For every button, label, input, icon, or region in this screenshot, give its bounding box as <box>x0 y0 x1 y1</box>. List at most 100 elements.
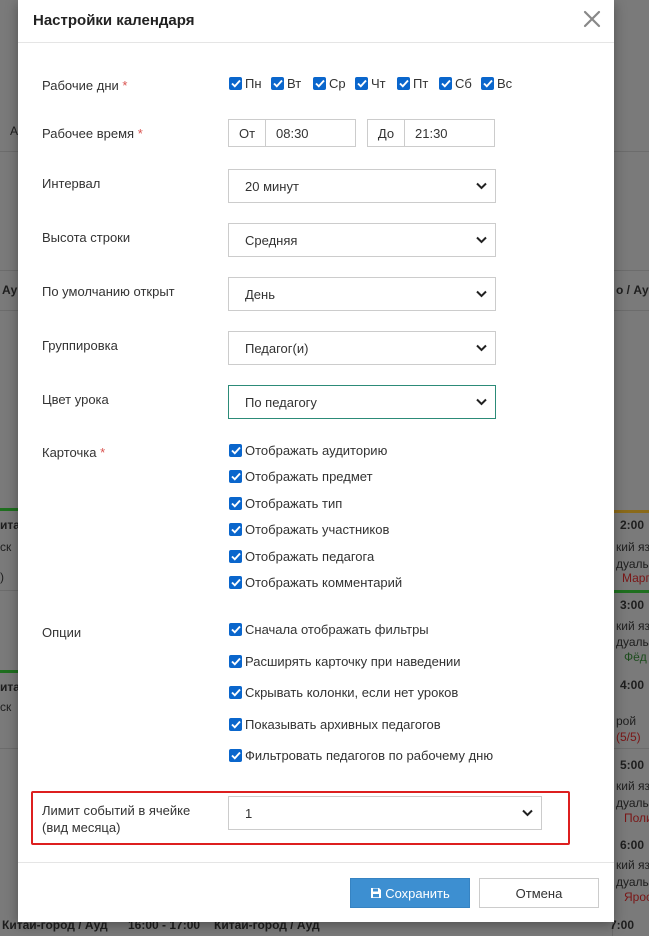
event-bar <box>0 508 18 511</box>
grid-line <box>614 270 649 271</box>
card-option-checkbox[interactable]: Отображать аудиторию <box>229 443 387 458</box>
bg-text: ск <box>0 700 12 714</box>
workdays-label: Рабочие дни * <box>42 78 128 93</box>
bg-text: 2:00 <box>620 518 645 532</box>
checkbox-checked-icon[interactable] <box>397 77 410 90</box>
bg-text: кий яз <box>616 858 649 872</box>
checkbox-checked-icon[interactable] <box>229 444 242 457</box>
checkbox-checked-icon[interactable] <box>355 77 368 90</box>
required-mark: * <box>100 445 106 460</box>
chevron-down-icon <box>476 344 487 352</box>
checkbox-checked-icon[interactable] <box>439 77 452 90</box>
card-option-checkbox-label: Отображать комментарий <box>245 575 403 590</box>
checkbox-checked-icon[interactable] <box>229 749 242 762</box>
event-limit-select-value: 1 <box>245 806 253 821</box>
grid-line <box>0 310 18 311</box>
lesson-color-select[interactable]: По педагогу <box>228 385 496 419</box>
option-checkbox-label: Показывать архивных педагогов <box>245 717 441 732</box>
checkbox-checked-icon[interactable] <box>229 470 242 483</box>
option-checkbox[interactable]: Фильтровать педагогов по рабочему дню <box>229 748 493 763</box>
card-option-checkbox[interactable]: Отображать предмет <box>229 469 373 484</box>
bg-text: кий яз <box>616 779 649 793</box>
card-option-checkbox-label: Отображать предмет <box>245 469 373 484</box>
option-checkbox-label: Фильтровать педагогов по рабочему дню <box>245 748 494 763</box>
chevron-down-icon <box>476 182 487 190</box>
modal-footer <box>18 862 614 863</box>
save-button[interactable]: Сохранить <box>350 878 470 908</box>
grid-line <box>614 748 649 749</box>
chevron-down-icon <box>476 398 487 406</box>
cancel-button[interactable]: Отмена <box>479 878 599 908</box>
chevron-down-icon <box>476 236 487 244</box>
card-option-checkbox[interactable]: Отображать тип <box>229 496 342 511</box>
checkbox-checked-icon[interactable] <box>229 523 242 536</box>
card-option-checkbox-label: Отображать участников <box>245 522 390 537</box>
worktime-from-addon: От <box>229 120 266 146</box>
row-height-select[interactable]: Средняя <box>228 223 496 257</box>
event-limit-select[interactable]: 1 <box>228 796 542 830</box>
workday-checkbox[interactable]: Ср <box>313 76 346 91</box>
bg-text: 3:00 <box>620 598 645 612</box>
interval-select[interactable]: 20 минут <box>228 169 496 203</box>
workday-checkbox-label: Чт <box>371 76 386 91</box>
checkbox-checked-icon[interactable] <box>313 77 326 90</box>
grid-line <box>0 748 18 749</box>
workday-checkbox-label: Вс <box>497 76 513 91</box>
bg-text: кий яз <box>616 540 649 554</box>
options-label: Опции <box>42 625 82 640</box>
close-button[interactable] <box>581 8 603 30</box>
option-checkbox[interactable]: Скрывать колонки, если нет уроков <box>229 685 458 700</box>
required-mark: * <box>137 126 143 141</box>
bg-text: ) <box>0 570 4 584</box>
event-limit-label: Лимит событий в ячейке (вид месяца) <box>42 803 191 835</box>
workday-checkbox[interactable]: Пн <box>229 76 262 91</box>
close-icon <box>583 10 601 28</box>
bg-text: дуаль <box>616 635 649 649</box>
card-option-checkbox[interactable]: Отображать педагога <box>229 549 374 564</box>
workday-checkbox[interactable]: Пт <box>397 76 428 91</box>
checkbox-checked-icon[interactable] <box>229 655 242 668</box>
card-option-checkbox[interactable]: Отображать участников <box>229 522 389 537</box>
interval-label: Интервал <box>42 176 101 191</box>
checkbox-checked-icon[interactable] <box>229 623 242 636</box>
option-checkbox[interactable]: Сначала отображать фильтры <box>229 622 429 637</box>
checkbox-checked-icon[interactable] <box>271 77 284 90</box>
chevron-down-icon <box>476 290 487 298</box>
option-checkbox-label: Расширять карточку при наведении <box>245 654 461 669</box>
bg-text: (5/5) <box>616 730 641 744</box>
checkbox-checked-icon[interactable] <box>229 718 242 731</box>
bg-text: рой <box>616 714 637 728</box>
worktime-label: Рабочее время * <box>42 126 143 141</box>
workday-checkbox[interactable]: Чт <box>355 76 386 91</box>
workday-checkbox[interactable]: Вс <box>481 76 512 91</box>
worktime-from-input[interactable]: 08:30 <box>266 120 309 146</box>
checkbox-checked-icon[interactable] <box>481 77 494 90</box>
workday-checkbox-label: Пт <box>413 76 429 91</box>
card-option-checkbox[interactable]: Отображать комментарий <box>229 575 402 590</box>
workday-checkbox[interactable]: Сб <box>439 76 472 91</box>
bg-text: ита <box>0 518 20 532</box>
option-checkbox[interactable]: Показывать архивных педагогов <box>229 717 441 732</box>
checkbox-checked-icon[interactable] <box>229 686 242 699</box>
checkbox-checked-icon[interactable] <box>229 497 242 510</box>
bg-text: дуалы <box>616 557 649 571</box>
chevron-down-icon <box>522 809 533 817</box>
checkbox-checked-icon[interactable] <box>229 550 242 563</box>
lesson-color-label: Цвет урока <box>42 392 109 407</box>
workday-checkbox-label: Сб <box>455 76 472 91</box>
grid-line <box>614 151 649 152</box>
workday-checkbox-label: Вт <box>287 76 302 91</box>
bg-text: Ярос <box>624 890 649 904</box>
grid-line <box>614 310 649 311</box>
bg-text: дуаль <box>616 796 649 810</box>
worktime-to-input[interactable]: 21:30 <box>405 120 448 146</box>
default-open-select[interactable]: День <box>228 277 496 311</box>
interval-select-value: 20 минут <box>245 179 299 194</box>
option-checkbox[interactable]: Расширять карточку при наведении <box>229 654 461 669</box>
worktime-from-group: От 08:30 <box>228 119 356 147</box>
checkbox-checked-icon[interactable] <box>229 576 242 589</box>
checkbox-checked-icon[interactable] <box>229 77 242 90</box>
bg-text: Марг <box>622 571 649 585</box>
grouping-select[interactable]: Педагог(и) <box>228 331 496 365</box>
workday-checkbox[interactable]: Вт <box>271 76 301 91</box>
